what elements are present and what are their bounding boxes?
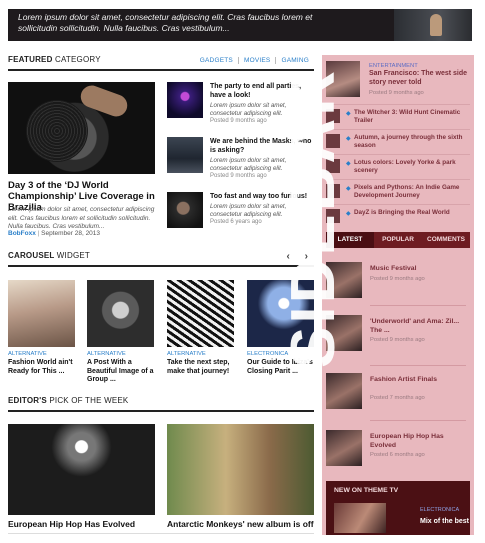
post-date: September 28, 2013 xyxy=(41,230,101,237)
author-link[interactable]: BobFoxx xyxy=(8,230,36,237)
divider xyxy=(8,533,314,534)
featured-heading: FEATURED CATEGORY GADGETS MOVIES GAMING xyxy=(8,55,314,71)
carousel-image[interactable] xyxy=(87,280,154,347)
sidebar-post-date: Posted 7 months ago xyxy=(370,395,425,401)
sidebar-post[interactable]: Fashion Artist Finals Posted 7 months ag… xyxy=(326,373,470,413)
tab-movies[interactable]: MOVIES xyxy=(237,57,275,64)
new-on-heading: NEW ON THEME TV xyxy=(334,487,399,494)
carousel-item[interactable]: ALTERNATIVE Fashion World ain't Ready fo… xyxy=(8,280,75,376)
list-item-title[interactable]: Autumn, a journey through the sixth seas… xyxy=(354,134,468,150)
carousel-category[interactable]: ALTERNATIVE xyxy=(8,351,75,357)
carousel-heading: CAROUSEL WIDGET ‹ › xyxy=(8,251,314,267)
carousel-item[interactable]: ALTERNATIVE Take the next step, make tha… xyxy=(167,280,234,376)
mini-post-date: Posted 6 years ago xyxy=(210,219,262,225)
carousel-title[interactable]: Take the next step, make that journey! xyxy=(167,359,234,376)
carousel-image[interactable] xyxy=(167,280,234,347)
mini-post-image[interactable] xyxy=(167,82,203,118)
carousel-image[interactable] xyxy=(8,280,75,347)
mini-post-image[interactable] xyxy=(167,192,203,228)
carousel-title[interactable]: A Post With a Beautiful Image of a Group… xyxy=(87,359,154,385)
sidebar-post[interactable]: European Hip Hop Has Evolved Posted 6 mo… xyxy=(326,430,470,470)
banner-thumbnail[interactable] xyxy=(394,9,472,41)
mini-post-date: Posted 9 months ago xyxy=(210,118,267,124)
featured-heading-bold: FEATURED xyxy=(8,55,53,64)
editors-pick-heading: EDITOR'S PICK OF THE WEEK xyxy=(8,396,314,412)
featured-main-meta: BobFoxx | September 28, 2013 xyxy=(8,230,101,237)
sidebar-post-title[interactable]: Fashion Artist Finals xyxy=(370,376,470,385)
new-on-title[interactable]: Mix of the best xyxy=(420,518,470,525)
featured-main-excerpt: Lorem ipsum dolor sit amet, consectetur … xyxy=(8,206,155,230)
sidebar-featured-category[interactable]: ENTERTAINMENT xyxy=(369,63,418,69)
editors-pick-image[interactable] xyxy=(167,424,314,515)
list-item-title[interactable]: The Witcher 3: Wild Hunt Cinematic Trail… xyxy=(354,109,468,125)
new-on-theme-tv: NEW ON THEME TV ELECTRONICA Mix of the b… xyxy=(326,481,470,535)
new-on-category[interactable]: ELECTRONICA xyxy=(420,507,459,513)
carousel-item[interactable]: ALTERNATIVE A Post With a Beautiful Imag… xyxy=(87,280,154,385)
banner-text: Lorem ipsum dolor sit amet, consectetur … xyxy=(18,12,313,33)
list-item-title[interactable]: Pixels and Pythons: An Indie Game Develo… xyxy=(354,184,468,200)
editors-pick-image[interactable] xyxy=(8,424,155,515)
tab-gaming[interactable]: GAMING xyxy=(275,57,314,64)
featured-heading-light: CATEGORY xyxy=(55,55,101,64)
list-item-title[interactable]: Lotus colors: Lovely Yorke & park scener… xyxy=(354,159,468,175)
sidebar-featured-date: Posted 9 months ago xyxy=(369,90,424,96)
sidebar-featured-title[interactable]: San Francisco: The west side story never… xyxy=(369,70,469,87)
featured-main-image[interactable] xyxy=(8,82,155,174)
tab-gadgets[interactable]: GADGETS xyxy=(195,57,238,64)
featured-tabs: GADGETS MOVIES GAMING xyxy=(195,57,314,64)
carousel-category[interactable]: ALTERNATIVE xyxy=(87,351,154,357)
top-banner[interactable]: Lorem ipsum dolor sit amet, consectetur … xyxy=(8,9,472,41)
sidebar-post-image[interactable] xyxy=(326,430,362,466)
sidebar-post-date: Posted 6 months ago xyxy=(370,452,425,458)
featured-content: Day 3 of the ‘DJ World Championship’ Liv… xyxy=(8,82,314,242)
carousel-heading-light: WIDGET xyxy=(56,251,90,260)
mini-post-image[interactable] xyxy=(167,137,203,173)
mini-post-date: Posted 9 months ago xyxy=(210,173,267,179)
featured-category-section: FEATURED CATEGORY GADGETS MOVIES GAMING xyxy=(8,55,314,71)
carousel-category[interactable]: ALTERNATIVE xyxy=(167,351,234,357)
editors-pick-title[interactable]: European Hip Hop Has Evolved xyxy=(8,519,135,529)
sidebar-post-image[interactable] xyxy=(326,373,362,409)
sidebar-overlay-label: SIDEBAR xyxy=(279,67,348,368)
editors-heading-bold: EDITOR'S xyxy=(8,396,47,405)
sidebar: ENTERTAINMENT San Francisco: The west si… xyxy=(279,55,474,535)
list-item-title[interactable]: DayZ is Bringing the Real World xyxy=(354,209,468,217)
carousel-title[interactable]: Fashion World ain't Ready for This ... xyxy=(8,359,75,376)
editors-pick-title[interactable]: Antarctic Monkeys' new album is off xyxy=(167,519,314,529)
editors-heading-light: PICK OF THE WEEK xyxy=(49,396,129,405)
carousel-heading-bold: CAROUSEL xyxy=(8,251,55,260)
new-on-image[interactable] xyxy=(334,503,386,533)
sidebar-post-title[interactable]: European Hip Hop Has Evolved xyxy=(370,433,470,450)
